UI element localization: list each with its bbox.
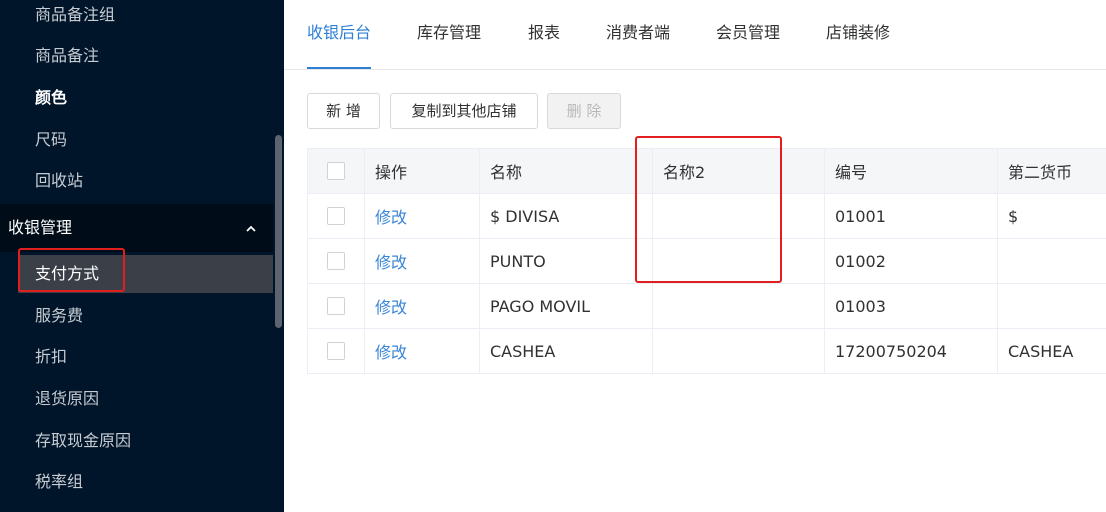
table-row: 修改 PUNTO 01002 [307, 239, 1106, 284]
tab-members[interactable]: 会员管理 [716, 20, 780, 50]
sidebar-item-color[interactable]: 颜色 [0, 79, 273, 117]
sidebar: 商品备注组 商品备注 颜色 尺码 回收站 收银管理 支付方式 服务费 折扣 退货… [0, 0, 284, 512]
sidebar-item-size[interactable]: 尺码 [0, 121, 273, 159]
active-tab-indicator [307, 67, 371, 69]
header-second-currency: 第二货币 [997, 149, 1106, 193]
edit-link[interactable]: 修改 [375, 339, 407, 363]
row-select-cell [307, 194, 364, 238]
header-name2: 名称2 [652, 149, 824, 193]
sidebar-item-cash-reason[interactable]: 存取现金原因 [0, 422, 273, 460]
select-all-checkbox[interactable] [327, 162, 345, 180]
sidebar-item-return-reason[interactable]: 退货原因 [0, 380, 273, 418]
row-checkbox[interactable] [327, 342, 345, 360]
tab-consumer[interactable]: 消费者端 [606, 20, 670, 50]
row-name: PUNTO [479, 239, 652, 283]
row-name2 [652, 239, 824, 283]
row-code: 01003 [824, 284, 997, 328]
table-row: 修改 PAGO MOVIL 01003 [307, 284, 1106, 329]
tab-inventory[interactable]: 库存管理 [417, 20, 481, 50]
row-select-cell [307, 239, 364, 283]
row-code: 17200750204 [824, 329, 997, 373]
row-code: 01002 [824, 239, 997, 283]
row-select-cell [307, 329, 364, 373]
chevron-up-icon [245, 204, 257, 252]
sidebar-item-service-fee[interactable]: 服务费 [0, 297, 273, 335]
sidebar-item-payment-method[interactable]: 支付方式 [18, 255, 273, 293]
copy-to-store-button[interactable]: 复制到其他店铺 [390, 93, 538, 129]
row-second-currency [997, 239, 1106, 283]
sidebar-item-product-note[interactable]: 商品备注 [0, 37, 273, 75]
table-row: 修改 CASHEA 17200750204 CASHEA [307, 329, 1106, 374]
sidebar-item-product-note-group[interactable]: 商品备注组 [0, 0, 273, 34]
row-checkbox[interactable] [327, 297, 345, 315]
sidebar-group-label: 收银管理 [8, 218, 73, 237]
row-action-cell: 修改 [364, 329, 479, 373]
table-header: 操作 名称 名称2 编号 第二货币 [307, 148, 1106, 194]
row-select-cell [307, 284, 364, 328]
delete-button[interactable]: 删 除 [547, 93, 621, 129]
row-name2 [652, 284, 824, 328]
table-row: 修改 $ DIVISA 01001 $ [307, 194, 1106, 239]
row-name: $ DIVISA [479, 194, 652, 238]
tab-reports[interactable]: 报表 [528, 20, 560, 50]
header-code: 编号 [824, 149, 997, 193]
row-action-cell: 修改 [364, 194, 479, 238]
tab-cashier-backend[interactable]: 收银后台 [307, 20, 371, 50]
row-checkbox[interactable] [327, 207, 345, 225]
row-checkbox[interactable] [327, 252, 345, 270]
header-select-cell [307, 149, 364, 193]
sidebar-item-discount[interactable]: 折扣 [0, 338, 273, 376]
row-action-cell: 修改 [364, 284, 479, 328]
sidebar-item-recycle-bin[interactable]: 回收站 [0, 162, 273, 200]
row-second-currency: CASHEA [997, 329, 1106, 373]
tab-store-decoration[interactable]: 店铺装修 [826, 20, 890, 50]
edit-link[interactable]: 修改 [375, 204, 407, 228]
row-code: 01001 [824, 194, 997, 238]
row-second-currency: $ [997, 194, 1106, 238]
add-button[interactable]: 新 增 [307, 93, 380, 129]
row-name: CASHEA [479, 329, 652, 373]
row-second-currency [997, 284, 1106, 328]
row-action-cell: 修改 [364, 239, 479, 283]
edit-link[interactable]: 修改 [375, 249, 407, 273]
row-name2 [652, 329, 824, 373]
row-name: PAGO MOVIL [479, 284, 652, 328]
header-name: 名称 [479, 149, 652, 193]
sidebar-group-cashier[interactable]: 收银管理 [0, 204, 273, 252]
sidebar-item-tax-group[interactable]: 税率组 [0, 463, 273, 501]
top-tabs: 收银后台 库存管理 报表 消费者端 会员管理 店铺装修 [284, 0, 1106, 70]
row-name2 [652, 194, 824, 238]
sidebar-scrollbar-thumb[interactable] [275, 135, 282, 328]
main-content: 收银后台 库存管理 报表 消费者端 会员管理 店铺装修 新 增 复制到其他店铺 … [284, 0, 1106, 512]
header-action: 操作 [364, 149, 479, 193]
edit-link[interactable]: 修改 [375, 294, 407, 318]
